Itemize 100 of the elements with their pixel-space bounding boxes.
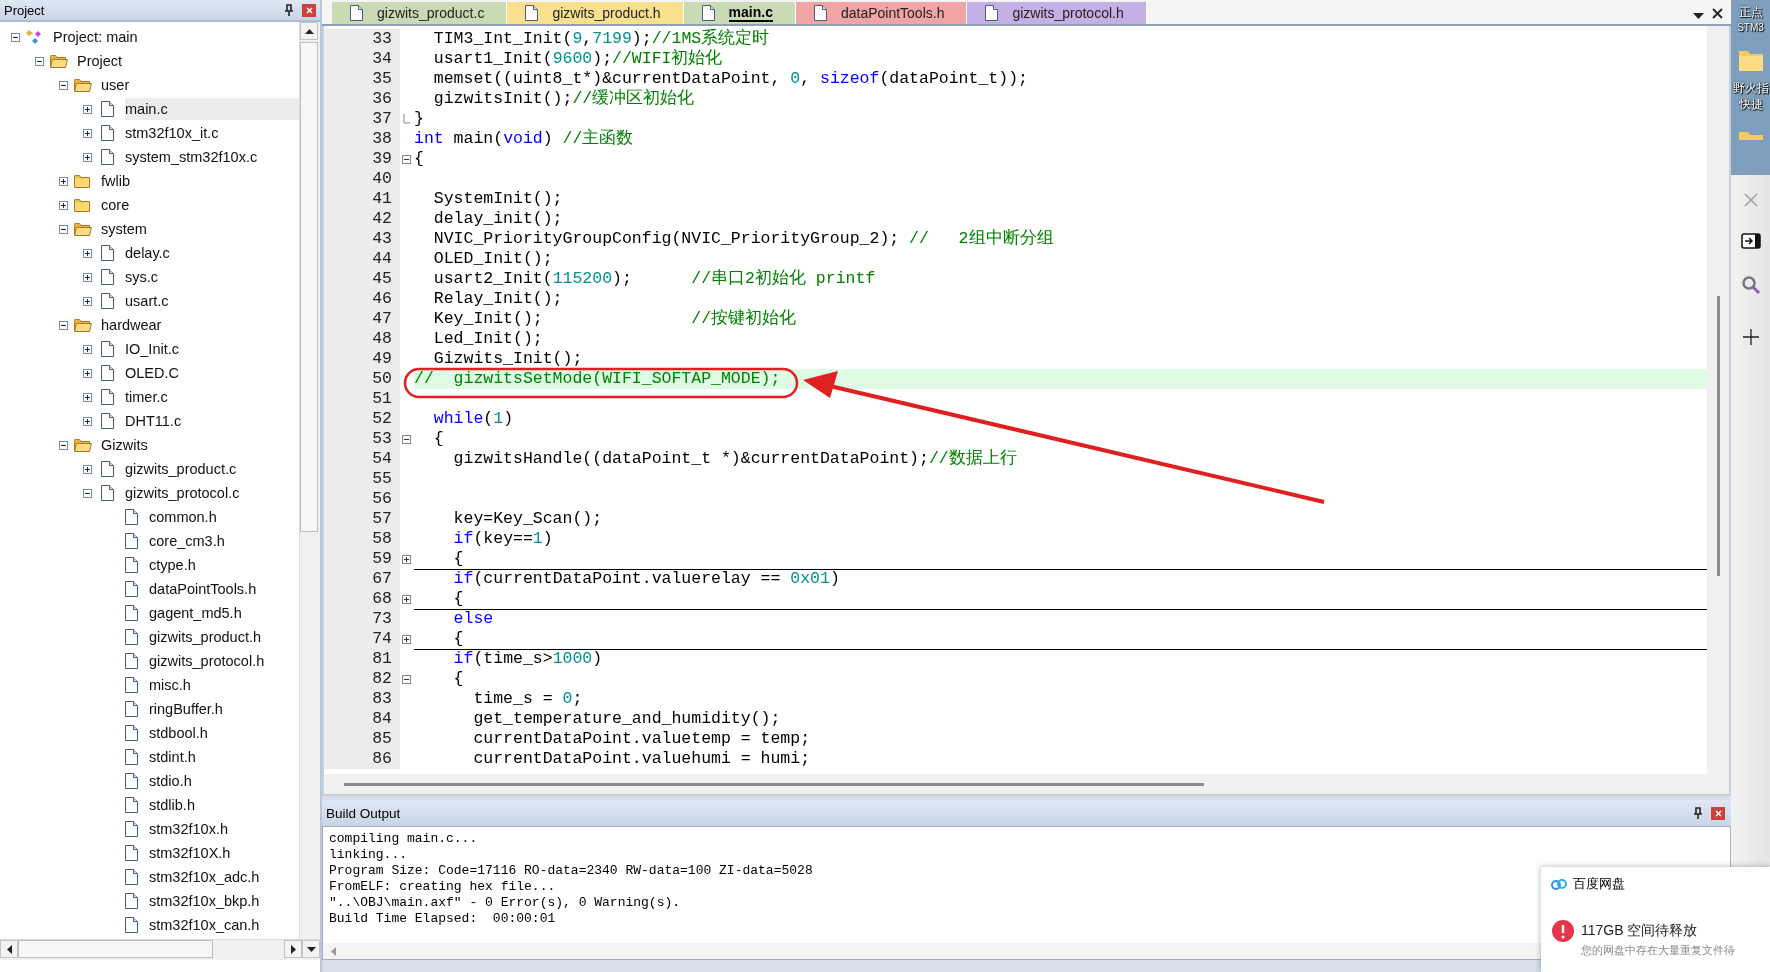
file-icon	[350, 5, 363, 21]
code-line: NVIC_PriorityGroupConfig(NVIC_PriorityGroup_2); // 2组中断分组	[432, 229, 1055, 249]
tree-item[interactable]: stdlib.h	[149, 794, 299, 816]
fold-expand-icon[interactable]	[402, 635, 411, 644]
collapse-icon[interactable]	[58, 440, 68, 450]
tree-item[interactable]: system	[101, 218, 299, 240]
left-arrow-icon[interactable]	[6, 944, 12, 954]
tree-item[interactable]: timer.c	[125, 386, 299, 408]
tree-item[interactable]: main.c	[125, 98, 299, 120]
tree-item[interactable]: gizwits_protocol.c	[125, 482, 299, 504]
tree-item[interactable]: stdint.h	[149, 746, 299, 768]
file-icon	[124, 533, 138, 549]
file-icon	[100, 101, 114, 117]
notification-detail: 您的网盘中存在大量重复文件待	[1581, 943, 1736, 958]
fold-collapse-icon[interactable]	[402, 674, 411, 684]
down-arrow-icon[interactable]	[306, 946, 316, 952]
tree-item[interactable]: Project: main	[53, 26, 299, 48]
tree-item[interactable]: OLED.C	[125, 362, 299, 384]
expand-icon[interactable]	[82, 464, 92, 474]
collapse-icon[interactable]	[58, 224, 68, 234]
tree-item[interactable]: stm32f10x_can.h	[149, 914, 299, 936]
file-tab[interactable]: dataPointTools.h	[795, 2, 968, 24]
file-tab[interactable]: gizwits_protocol.h	[967, 2, 1147, 24]
expand-icon[interactable]	[82, 392, 92, 402]
tree-item[interactable]: stdio.h	[149, 770, 299, 792]
close-icon[interactable]	[1712, 8, 1723, 19]
tree-item[interactable]: fwlib	[101, 170, 299, 192]
code-line: get_temperature_and_humidity();	[472, 709, 782, 729]
expand-icon[interactable]	[58, 200, 68, 210]
expand-icon[interactable]	[82, 128, 92, 138]
tree-item[interactable]: stm32f10x_adc.h	[149, 866, 299, 888]
code-line: memset((uint8_t*)&currentDataPoint, 0, sizeof(dataPoint_t));	[432, 69, 1029, 89]
fold-collapse-icon[interactable]	[402, 434, 411, 444]
plus-icon[interactable]	[1742, 329, 1759, 345]
pin-icon[interactable]	[1693, 807, 1703, 819]
fold-collapse-icon[interactable]	[402, 154, 411, 164]
diamonds-icon	[26, 29, 44, 45]
search-icon[interactable]	[1740, 275, 1761, 295]
dropdown-icon[interactable]	[1693, 13, 1704, 19]
tree-item[interactable]: core_cm3.h	[149, 530, 299, 552]
collapse-icon[interactable]	[58, 80, 68, 90]
file-tab[interactable]: main.c	[683, 2, 796, 24]
tree-item[interactable]: stm32f10x_it.c	[125, 122, 299, 144]
line-number: 84	[324, 709, 400, 729]
file-icon	[985, 5, 999, 21]
tree-item[interactable]: stm32f10X.h	[149, 842, 299, 864]
tree-item[interactable]: hardwear	[101, 314, 299, 336]
code-line: currentDataPoint.valuehumi = humi;	[472, 749, 812, 769]
fold-expand-icon[interactable]	[402, 555, 411, 564]
tree-item[interactable]: dataPointTools.h	[149, 578, 299, 600]
expand-icon[interactable]	[82, 344, 92, 354]
file-tab[interactable]: gizwits_product.h	[507, 2, 684, 24]
collapse-icon[interactable]	[10, 32, 20, 42]
expand-icon[interactable]	[82, 368, 92, 378]
code-line: currentDataPoint.valuetemp = temp;	[472, 729, 812, 749]
collapse-icon[interactable]	[58, 320, 68, 330]
pin-icon[interactable]	[284, 4, 294, 16]
expand-icon[interactable]	[82, 152, 92, 162]
scrollbar-thumb[interactable]	[344, 782, 1204, 786]
tree-item[interactable]: ringBuffer.h	[149, 698, 299, 720]
tree-item[interactable]: sys.c	[125, 266, 299, 288]
expand-icon[interactable]	[82, 296, 92, 306]
tree-item[interactable]: gagent_md5.h	[149, 602, 299, 624]
scrollbar-thumb[interactable]	[1716, 296, 1720, 576]
line-number: 73	[324, 609, 400, 629]
code-line: if(key==1)	[452, 529, 554, 549]
enter-icon[interactable]	[1740, 233, 1761, 249]
collapse-icon[interactable]	[34, 56, 44, 66]
scrollbar[interactable]	[299, 22, 320, 939]
folder-icon	[74, 438, 92, 452]
tree-item[interactable]: DHT11.c	[125, 410, 299, 432]
file-icon	[124, 821, 138, 837]
tree-item[interactable]: Project	[77, 50, 299, 72]
up-arrow-icon[interactable]	[304, 28, 314, 34]
tree-item[interactable]: usart.c	[125, 290, 299, 312]
tree-item[interactable]: misc.h	[149, 674, 299, 696]
tree-item[interactable]: IO_Init.c	[125, 338, 299, 360]
collapse-icon[interactable]	[82, 488, 92, 498]
tree-item[interactable]: gizwits_protocol.h	[149, 650, 299, 672]
tree-item[interactable]: gizwits_product.h	[149, 626, 299, 648]
fold-expand-icon[interactable]	[402, 595, 411, 604]
tree-item[interactable]: stdbool.h	[149, 722, 299, 744]
expand-icon[interactable]	[82, 416, 92, 426]
tree-item[interactable]: Gizwits	[101, 434, 299, 456]
expand-icon[interactable]	[82, 272, 92, 282]
expand-icon[interactable]	[82, 248, 92, 258]
file-tab[interactable]: gizwits_product.c	[332, 2, 508, 24]
tree-item[interactable]: stm32f10x.h	[149, 818, 299, 840]
tree-item[interactable]: gizwits_product.c	[125, 458, 299, 480]
right-arrow-icon[interactable]	[290, 944, 296, 954]
tree-item[interactable]: ctype.h	[149, 554, 299, 576]
tree-item[interactable]: user	[101, 74, 299, 96]
tree-item[interactable]: system_stm32f10x.c	[125, 146, 299, 168]
tree-item[interactable]: delay.c	[125, 242, 299, 264]
tree-item[interactable]: common.h	[149, 506, 299, 528]
scrollbar[interactable]	[0, 939, 320, 960]
expand-icon[interactable]	[82, 104, 92, 114]
tree-item[interactable]: stm32f10x_bkp.h	[149, 890, 299, 912]
expand-icon[interactable]	[58, 176, 68, 186]
tree-item[interactable]: core	[101, 194, 299, 216]
